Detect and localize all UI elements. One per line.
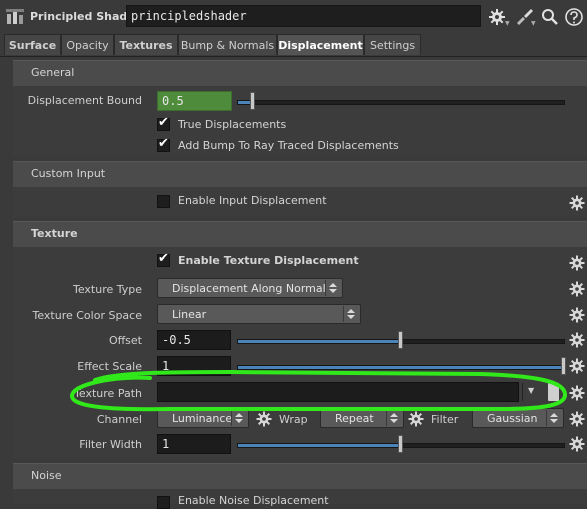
file-chooser-button[interactable]	[548, 383, 559, 401]
enable-texture-displacement-label: Enable Texture Displacement	[178, 254, 359, 267]
add-bump-label: Add Bump To Ray Traced Displacements	[178, 139, 399, 152]
filter-value: Gaussian	[487, 412, 538, 425]
folder-noise-title: Noise	[31, 469, 62, 482]
tab-bump-normals[interactable]: Bump & Normals	[178, 34, 277, 55]
filter-width-slider-handle[interactable]	[398, 435, 403, 453]
effect-scale-slider-fill	[238, 366, 563, 369]
filter-width-label: Filter Width	[79, 438, 142, 451]
texture-path-label: Texture Path	[74, 387, 142, 400]
wrap-label: Wrap	[279, 413, 308, 426]
filter-dropdown[interactable]: Gaussian	[472, 408, 564, 428]
effect-scale-label: Effect Scale	[77, 360, 142, 373]
true-displacements-checkbox[interactable]: ✔	[157, 115, 170, 131]
chevron-down-icon: ▼	[528, 386, 535, 395]
dropdown-arrows-icon	[343, 306, 358, 322]
dropdown-arrows-icon	[546, 410, 561, 426]
texture-type-label: Texture Type	[72, 283, 142, 296]
tab-displacement[interactable]: Displacement	[277, 34, 364, 55]
offset-slider-handle[interactable]	[398, 331, 403, 349]
folder-general[interactable]: General	[13, 60, 587, 87]
enable-input-displacement-checkbox[interactable]	[157, 195, 170, 208]
effect-scale-value: 1	[162, 359, 170, 373]
texture-color-space-label: Texture Color Space	[32, 309, 142, 322]
dropdown-arrows-icon	[325, 280, 340, 296]
filter-width-field[interactable]: 1	[157, 434, 231, 454]
checkmark-icon: ✔	[158, 251, 169, 266]
folder-custom-input-title: Custom Input	[31, 167, 106, 180]
channel-label: Channel	[96, 413, 142, 426]
wrap-dropdown[interactable]: Repeat	[320, 408, 404, 428]
enable-noise-displacement-label: Enable Noise Displacement	[178, 494, 329, 507]
gear-icon[interactable]	[568, 331, 586, 349]
gear-icon[interactable]	[407, 410, 425, 428]
displacement-bound-field[interactable]: 0.5	[157, 91, 232, 111]
effect-scale-field[interactable]: 1	[157, 356, 231, 376]
search-icon[interactable]	[540, 8, 560, 26]
gear-icon[interactable]	[568, 254, 586, 272]
effect-scale-slider-handle[interactable]	[561, 357, 566, 375]
texture-color-space-dropdown[interactable]: Linear	[157, 304, 361, 324]
true-displacements-label: True Displacements	[178, 118, 287, 131]
add-bump-checkbox[interactable]: ✔	[157, 136, 170, 152]
enable-texture-displacement-checkbox[interactable]: ✔	[157, 251, 170, 267]
enable-input-displacement-label: Enable Input Displacement	[178, 194, 327, 207]
displacement-bound-slider-handle[interactable]	[250, 92, 255, 110]
texture-type-value: Displacement Along Normal	[172, 282, 326, 295]
channel-dropdown[interactable]: Luminance	[157, 408, 249, 428]
gear-icon[interactable]	[568, 194, 586, 212]
folder-general-title: General	[31, 66, 75, 79]
offset-field[interactable]: -0.5	[157, 330, 231, 350]
folder-noise[interactable]: Noise	[13, 463, 587, 490]
help-icon[interactable]	[564, 8, 584, 26]
tab-bar: Surface Opacity Textures Bump & Normals …	[4, 34, 587, 56]
offset-slider-fill	[238, 340, 400, 343]
texture-type-dropdown[interactable]: Displacement Along Normal	[157, 278, 343, 298]
texture-path-field[interactable]	[157, 382, 519, 402]
gear-icon[interactable]	[568, 280, 586, 298]
folder-custom-input[interactable]: Custom Input	[13, 161, 587, 188]
parameter-header: Principled Shader principledshader ▼ ▼	[0, 0, 587, 34]
node-name-value: principledshader	[131, 9, 247, 23]
node-type-label: Principled Shader	[30, 10, 141, 23]
gear-icon[interactable]	[568, 384, 586, 402]
tab-settings[interactable]: Settings	[364, 34, 421, 55]
enable-noise-displacement-checkbox[interactable]	[157, 496, 170, 509]
gear-icon[interactable]	[568, 306, 586, 324]
offset-label: Offset	[108, 334, 142, 347]
tab-opacity[interactable]: Opacity	[61, 34, 114, 55]
dropdown-arrows-icon	[231, 410, 246, 426]
checkmark-icon: ✔	[158, 115, 169, 130]
filter-width-slider-fill	[238, 444, 400, 447]
displacement-bound-label: Displacement Bound	[27, 94, 142, 107]
dropdown-arrows-icon	[386, 410, 401, 426]
node-name-field[interactable]: principledshader	[126, 5, 481, 27]
node-type-icon	[6, 9, 24, 24]
gear-icon[interactable]	[568, 410, 586, 428]
brush-menu-arrow-icon[interactable]: ▼	[531, 20, 536, 27]
offset-value: -0.5	[162, 333, 191, 347]
folder-texture-title: Texture	[31, 227, 78, 240]
gear-icon[interactable]	[568, 357, 586, 375]
displacement-bound-value: 0.5	[162, 94, 184, 108]
gear-icon[interactable]	[255, 410, 273, 428]
filter-width-value: 1	[162, 437, 170, 451]
texture-path-menu-button[interactable]: ▼	[522, 383, 543, 401]
tab-surface[interactable]: Surface	[4, 34, 61, 55]
checkmark-icon: ✔	[158, 136, 169, 151]
displacement-bound-slider[interactable]	[237, 100, 565, 105]
gear-icon[interactable]	[568, 435, 586, 453]
filter-label: Filter	[431, 413, 459, 426]
wrap-value: Repeat	[335, 412, 374, 425]
folder-texture[interactable]: Texture	[13, 221, 587, 248]
channel-value: Luminance	[172, 412, 233, 425]
tab-textures[interactable]: Textures	[114, 34, 178, 55]
gear-menu-arrow-icon[interactable]: ▼	[505, 20, 510, 27]
texture-color-space-value: Linear	[172, 308, 207, 321]
